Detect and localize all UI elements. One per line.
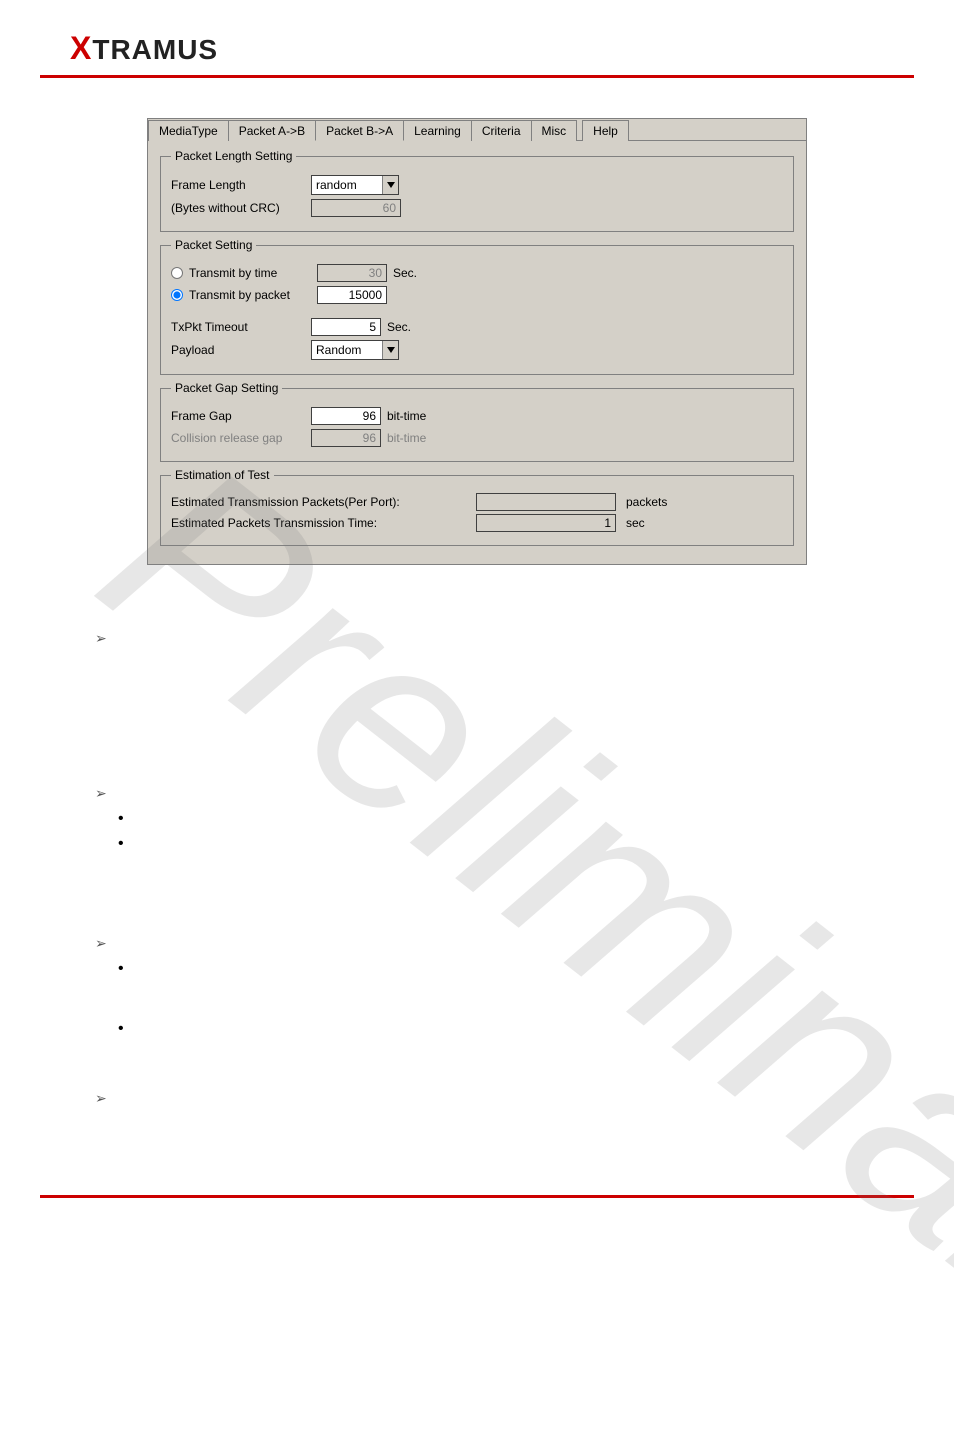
tab-mediatype[interactable]: MediaType bbox=[148, 120, 229, 141]
txpkt-timeout-label: TxPkt Timeout bbox=[171, 320, 311, 334]
frame-gap-unit: bit-time bbox=[387, 409, 426, 423]
group-estimation: Estimation of Test Estimated Transmissio… bbox=[160, 468, 794, 546]
transmit-by-time-label: Transmit by time bbox=[189, 266, 317, 280]
tab-packet-ab[interactable]: Packet A->B bbox=[228, 120, 316, 141]
txpkt-timeout-field[interactable] bbox=[311, 318, 381, 336]
bullet-triangle-icon: ➢ bbox=[95, 935, 107, 952]
est-packets-unit: packets bbox=[626, 495, 667, 509]
txpkt-timeout-unit: Sec. bbox=[387, 320, 411, 334]
frame-length-select[interactable] bbox=[311, 175, 399, 195]
collision-gap-label: Collision release gap bbox=[171, 431, 311, 445]
payload-label: Payload bbox=[171, 343, 311, 357]
collision-gap-field bbox=[311, 429, 381, 447]
logo-x: X bbox=[70, 30, 92, 66]
transmit-by-time-radio[interactable] bbox=[171, 267, 183, 279]
tab-learning[interactable]: Learning bbox=[403, 120, 472, 141]
brand-logo: XTRAMUS bbox=[40, 20, 914, 72]
group-packet-setting: Packet Setting Transmit by time Sec. Tra… bbox=[160, 238, 794, 375]
tab-help[interactable]: Help bbox=[582, 120, 629, 141]
legend-estimation: Estimation of Test bbox=[171, 468, 274, 482]
frame-length-value[interactable] bbox=[312, 176, 382, 194]
transmit-by-packet-field[interactable] bbox=[317, 286, 387, 304]
legend-packet-setting: Packet Setting bbox=[171, 238, 256, 252]
footer-rule bbox=[40, 1195, 914, 1198]
est-packets-label: Estimated Transmission Packets(Per Port)… bbox=[171, 495, 476, 509]
legend-packet-gap: Packet Gap Setting bbox=[171, 381, 282, 395]
bullet-triangle-icon: ➢ bbox=[95, 1090, 107, 1107]
payload-select[interactable] bbox=[311, 340, 399, 360]
legend-packet-length: Packet Length Setting bbox=[171, 149, 296, 163]
chevron-down-icon[interactable] bbox=[382, 176, 398, 194]
frame-gap-field[interactable] bbox=[311, 407, 381, 425]
bullet-dot-icon: • bbox=[118, 835, 124, 853]
group-packet-length: Packet Length Setting Frame Length (Byte… bbox=[160, 149, 794, 232]
header-rule bbox=[40, 75, 914, 78]
body-text-region: ➢ ➢ • • ➢ • • ➢ bbox=[40, 595, 914, 1075]
transmit-by-packet-radio[interactable] bbox=[171, 289, 183, 301]
frame-gap-label: Frame Gap bbox=[171, 409, 311, 423]
tab-misc[interactable]: Misc bbox=[531, 120, 578, 141]
bytes-without-crc-label: (Bytes without CRC) bbox=[171, 201, 311, 215]
transmit-by-time-unit: Sec. bbox=[393, 266, 417, 280]
bytes-without-crc-field bbox=[311, 199, 401, 217]
transmit-by-time-field bbox=[317, 264, 387, 282]
settings-dialog: MediaType Packet A->B Packet B->A Learni… bbox=[147, 118, 807, 565]
bullet-dot-icon: • bbox=[118, 960, 124, 978]
logo-text: TRAMUS bbox=[92, 34, 218, 65]
payload-value[interactable] bbox=[312, 341, 382, 359]
tab-strip: MediaType Packet A->B Packet B->A Learni… bbox=[148, 119, 806, 141]
frame-length-label: Frame Length bbox=[171, 178, 311, 192]
est-time-unit: sec bbox=[626, 516, 645, 530]
collision-gap-unit: bit-time bbox=[387, 431, 426, 445]
est-time-value: 1 bbox=[476, 514, 616, 532]
tab-criteria[interactable]: Criteria bbox=[471, 120, 532, 141]
est-packets-value bbox=[476, 493, 616, 511]
bullet-triangle-icon: ➢ bbox=[95, 785, 107, 802]
est-time-label: Estimated Packets Transmission Time: bbox=[171, 516, 476, 530]
tab-packet-ba[interactable]: Packet B->A bbox=[315, 120, 404, 141]
transmit-by-packet-label: Transmit by packet bbox=[189, 288, 317, 302]
group-packet-gap: Packet Gap Setting Frame Gap bit-time Co… bbox=[160, 381, 794, 462]
bullet-triangle-icon: ➢ bbox=[95, 630, 107, 647]
bullet-dot-icon: • bbox=[118, 810, 124, 828]
chevron-down-icon[interactable] bbox=[382, 341, 398, 359]
bullet-dot-icon: • bbox=[118, 1020, 124, 1038]
